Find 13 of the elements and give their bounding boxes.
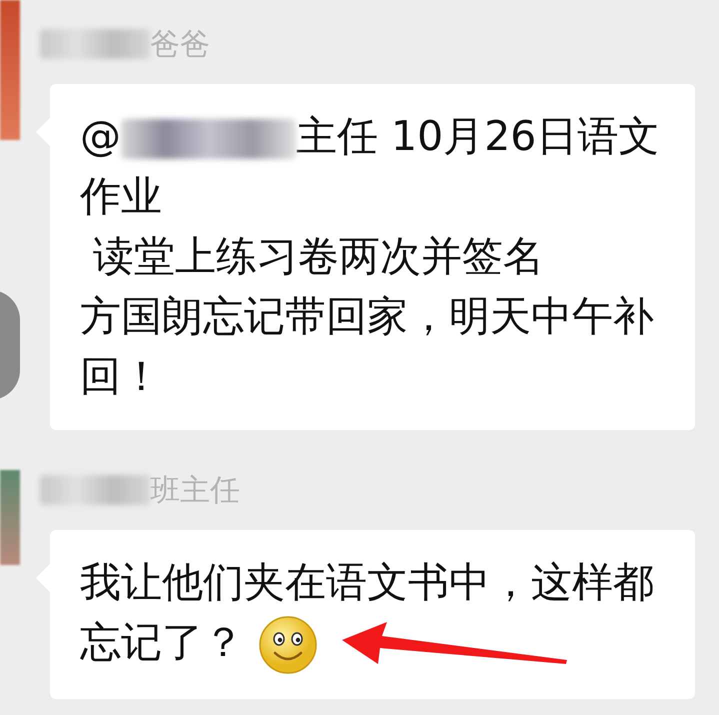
message-text: 忘记了？ [80,618,244,666]
message-text: 主任 10月26日语文 [296,112,660,160]
sender-name: 班主任 [150,472,240,510]
smiley-icon [258,614,318,675]
message-text: 回！ [80,352,162,400]
message-text: 方国朗忘记带回家，明天中午补 [80,292,654,340]
avatar[interactable] [0,470,20,565]
mention-sign: @ [80,112,121,160]
message-text: 作业 [80,172,162,220]
message-text: 我让他们夹在语文书中，这样都 [80,558,654,606]
message-text: 读堂上练习卷两次并签名 [92,232,544,280]
sender-name: 爸爸 [150,26,210,64]
avatar[interactable] [0,0,20,140]
